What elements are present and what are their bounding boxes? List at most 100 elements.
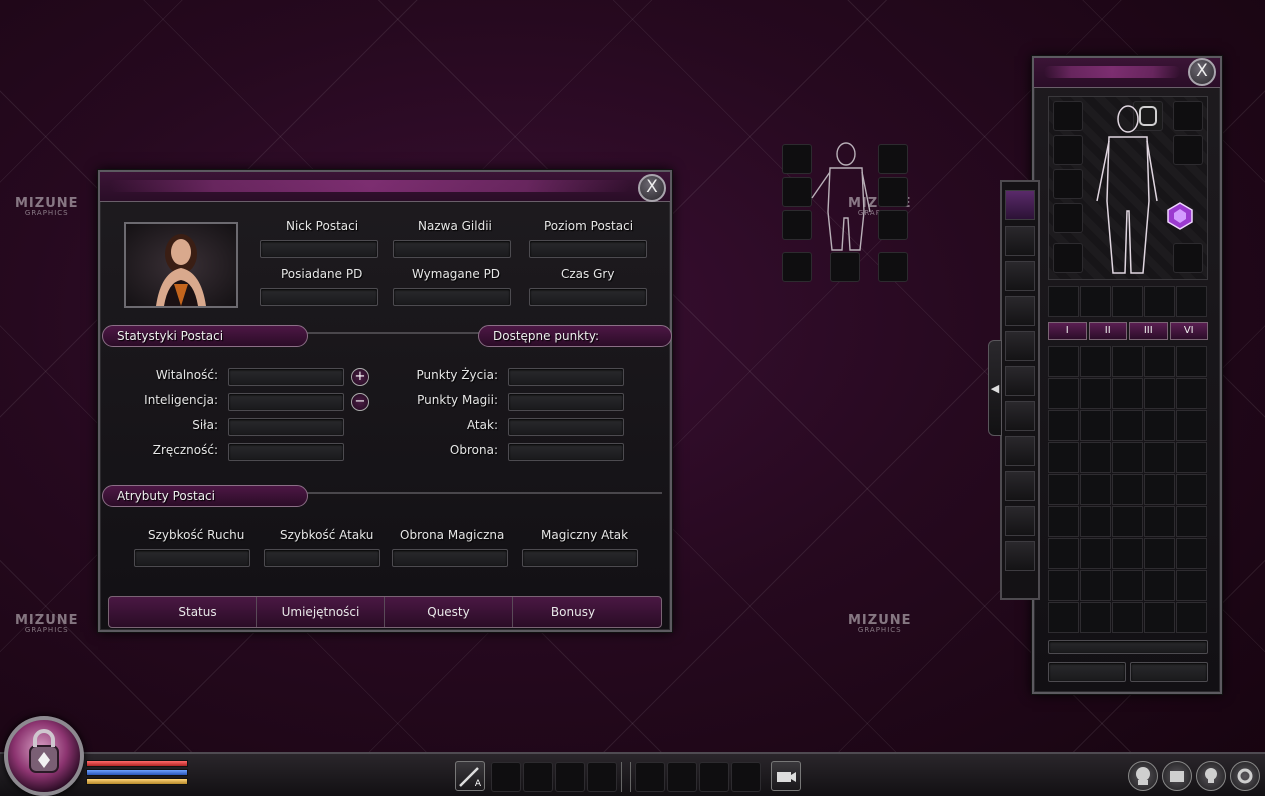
side-tab-button[interactable]: [1005, 296, 1035, 326]
inventory-slot[interactable]: [1112, 602, 1143, 633]
equip-slot[interactable]: [782, 252, 812, 282]
inventory-slot[interactable]: [1144, 286, 1175, 317]
inventory-slot[interactable]: [1048, 286, 1079, 317]
equip-slot[interactable]: [1173, 243, 1203, 273]
equip-slot[interactable]: [1053, 169, 1083, 199]
menu-button-inventory[interactable]: [1162, 761, 1192, 791]
inventory-slot[interactable]: [1112, 506, 1143, 537]
page-tab-4[interactable]: VI: [1169, 322, 1208, 340]
side-tab-button[interactable]: [1005, 366, 1035, 396]
hotbar-slot[interactable]: [587, 762, 617, 792]
remove-point-button[interactable]: −: [351, 393, 369, 411]
character-orb[interactable]: [4, 716, 84, 796]
inventory-slot[interactable]: [1112, 538, 1143, 569]
inventory-slot[interactable]: [1080, 506, 1111, 537]
skill-key-button[interactable]: A: [455, 761, 485, 791]
inventory-slot[interactable]: [1112, 346, 1143, 377]
inventory-slot[interactable]: [1048, 538, 1079, 569]
equip-slot[interactable]: [1173, 101, 1203, 131]
inventory-slot[interactable]: [1144, 474, 1175, 505]
inventory-slot[interactable]: [1176, 570, 1207, 601]
equip-slot[interactable]: [1053, 135, 1083, 165]
inventory-slot[interactable]: [1144, 378, 1175, 409]
side-tab-button[interactable]: [1005, 541, 1035, 571]
inventory-slot[interactable]: [1144, 602, 1175, 633]
inventory-slot[interactable]: [1176, 474, 1207, 505]
menu-button-skills[interactable]: [1196, 761, 1226, 791]
inventory-slot[interactable]: [1048, 410, 1079, 441]
inventory-slot[interactable]: [1176, 286, 1207, 317]
inventory-slot[interactable]: [1080, 410, 1111, 441]
side-tab-button[interactable]: [1005, 190, 1035, 220]
inventory-slot[interactable]: [1080, 602, 1111, 633]
side-tab-button[interactable]: [1005, 471, 1035, 501]
inventory-slot[interactable]: [1112, 286, 1143, 317]
inventory-slot[interactable]: [1080, 378, 1111, 409]
equip-slot[interactable]: [878, 144, 908, 174]
menu-button-settings[interactable]: [1230, 761, 1260, 791]
inventory-slot[interactable]: [1144, 506, 1175, 537]
inventory-slot[interactable]: [1080, 474, 1111, 505]
equip-slot[interactable]: [830, 252, 860, 282]
tab-bonuses[interactable]: Bonusy: [513, 597, 633, 627]
inventory-slot[interactable]: [1112, 474, 1143, 505]
tab-status[interactable]: Status: [139, 597, 257, 627]
collapse-arrow-icon[interactable]: ◀: [988, 340, 1002, 436]
equip-slot[interactable]: [1053, 203, 1083, 233]
inventory-slot[interactable]: [1112, 442, 1143, 473]
side-tab-button[interactable]: [1005, 261, 1035, 291]
inventory-slot[interactable]: [1144, 570, 1175, 601]
inventory-slot[interactable]: [1144, 442, 1175, 473]
close-button[interactable]: X: [638, 174, 666, 202]
hotbar-slot[interactable]: [555, 762, 585, 792]
inventory-slot[interactable]: [1048, 346, 1079, 377]
character-window-titlebar[interactable]: [100, 172, 670, 202]
inventory-slot[interactable]: [1176, 538, 1207, 569]
inventory-slot[interactable]: [1144, 346, 1175, 377]
inventory-slot[interactable]: [1176, 378, 1207, 409]
hotbar-slot[interactable]: [699, 762, 729, 792]
side-tab-button[interactable]: [1005, 331, 1035, 361]
inventory-slot[interactable]: [1176, 442, 1207, 473]
ring-slot[interactable]: [878, 252, 908, 282]
equip-slot[interactable]: [878, 177, 908, 207]
hotbar-slot[interactable]: [731, 762, 761, 792]
equip-slot[interactable]: [1053, 101, 1083, 131]
tab-skills[interactable]: Umiejętności: [257, 597, 385, 627]
inventory-slot[interactable]: [1080, 286, 1111, 317]
page-tab-2[interactable]: II: [1088, 322, 1127, 340]
hotbar-slot[interactable]: [667, 762, 697, 792]
equip-slot[interactable]: [878, 210, 908, 240]
inventory-slot[interactable]: [1048, 474, 1079, 505]
equip-slot[interactable]: [1053, 243, 1083, 273]
inventory-slot[interactable]: [1048, 570, 1079, 601]
inventory-slot[interactable]: [1080, 570, 1111, 601]
inventory-slot[interactable]: [1176, 346, 1207, 377]
inventory-slot[interactable]: [1048, 442, 1079, 473]
side-tab-button[interactable]: [1005, 506, 1035, 536]
inventory-slot[interactable]: [1080, 346, 1111, 377]
page-tab-3[interactable]: III: [1129, 322, 1168, 340]
camera-button[interactable]: [771, 761, 801, 791]
menu-button-character[interactable]: [1128, 761, 1158, 791]
inventory-slot[interactable]: [1176, 602, 1207, 633]
inventory-slot[interactable]: [1144, 410, 1175, 441]
inventory-slot[interactable]: [1112, 570, 1143, 601]
inventory-slot[interactable]: [1176, 410, 1207, 441]
close-button[interactable]: X: [1188, 58, 1216, 86]
side-tab-button[interactable]: [1005, 436, 1035, 466]
tab-quests[interactable]: Questy: [385, 597, 513, 627]
inventory-slot[interactable]: [1080, 442, 1111, 473]
inventory-slot[interactable]: [1048, 506, 1079, 537]
hotbar-slot[interactable]: [635, 762, 665, 792]
hotbar-slot[interactable]: [491, 762, 521, 792]
inventory-slot[interactable]: [1112, 378, 1143, 409]
page-tab-1[interactable]: I: [1048, 322, 1087, 340]
side-tab-button[interactable]: [1005, 401, 1035, 431]
inventory-slot[interactable]: [1048, 602, 1079, 633]
add-point-button[interactable]: +: [351, 368, 369, 386]
side-tab-button[interactable]: [1005, 226, 1035, 256]
inventory-slot[interactable]: [1144, 538, 1175, 569]
inventory-slot[interactable]: [1176, 506, 1207, 537]
hotbar-slot[interactable]: [523, 762, 553, 792]
